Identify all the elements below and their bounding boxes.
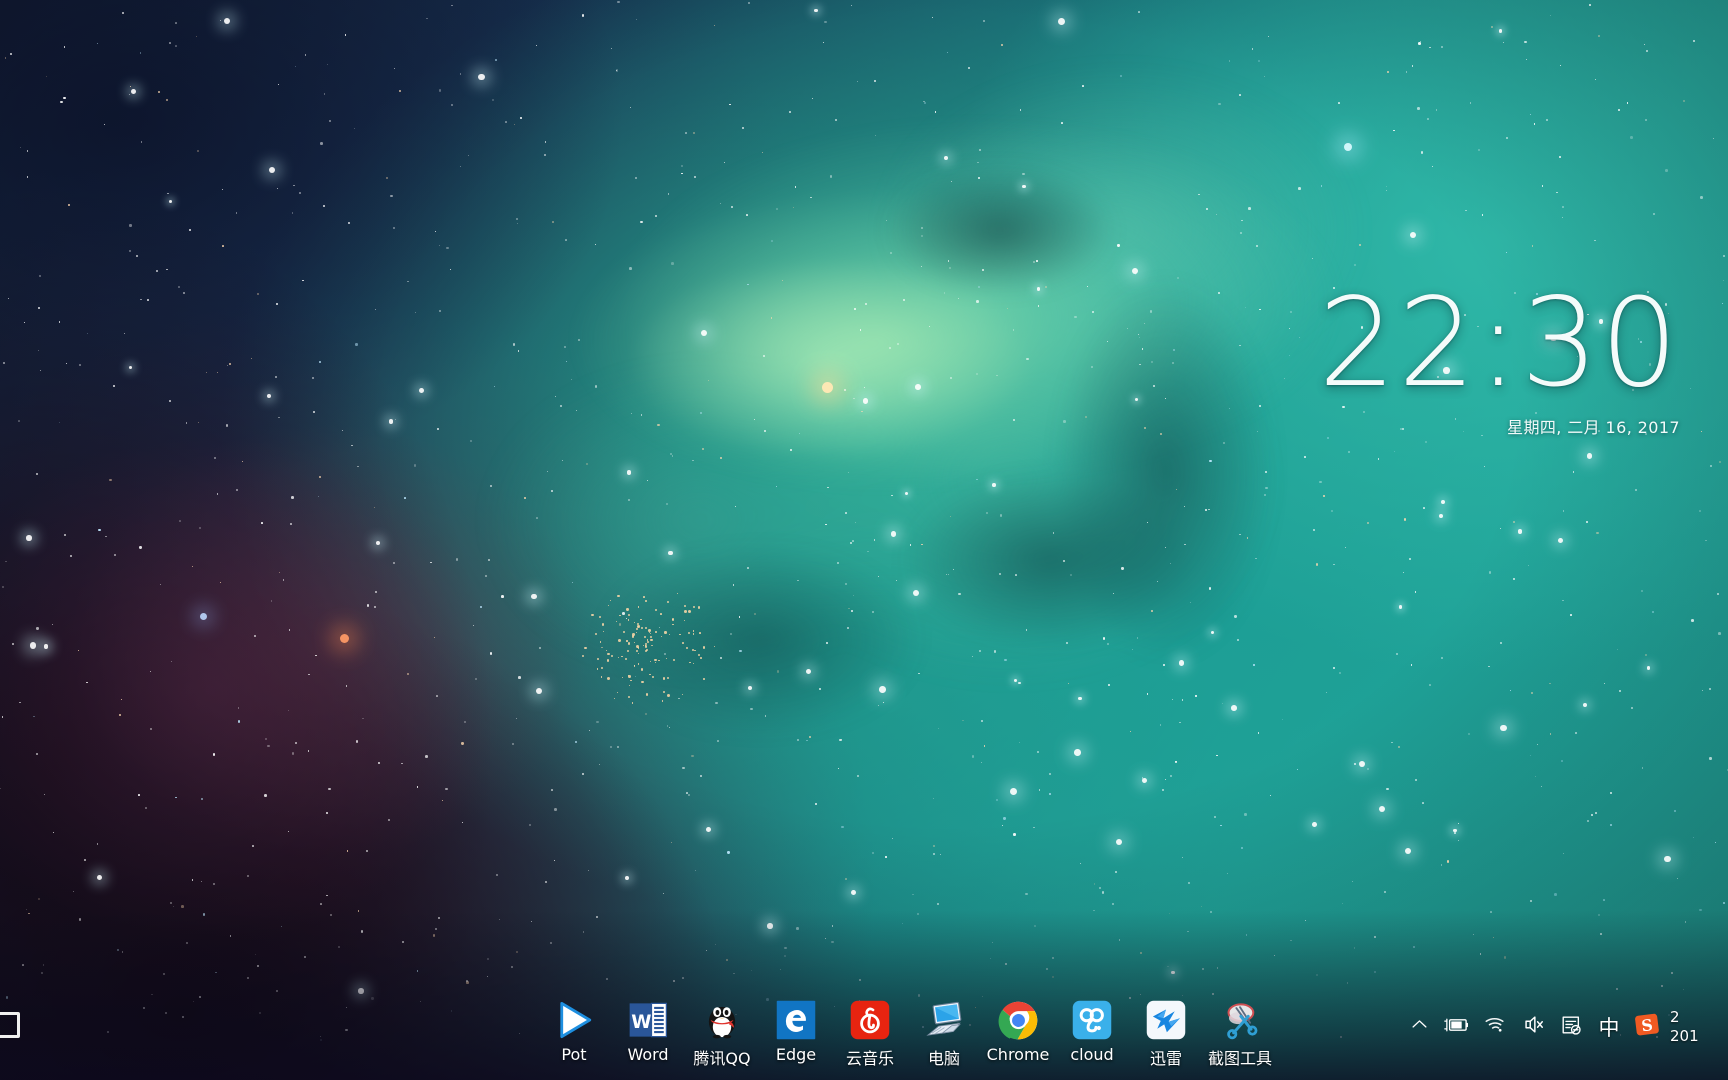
chrome-icon[interactable] <box>996 998 1040 1042</box>
speaker-muted-icon <box>1521 1015 1545 1039</box>
pot-player-icon[interactable] <box>552 998 596 1042</box>
taskbar-app-microsoft-word[interactable]: W Word <box>618 998 678 1064</box>
computer-icon[interactable] <box>922 998 966 1042</box>
taskbar-app-label: Word <box>627 1045 668 1064</box>
qq-penguin-icon[interactable] <box>700 998 744 1042</box>
system-tray: 中 S <box>1400 992 1666 1062</box>
taskbar-clock-time: 2 <box>1670 1008 1680 1027</box>
taskbar-app-label: 腾讯QQ <box>693 1045 750 1069</box>
tray-volume-muted[interactable] <box>1514 992 1552 1062</box>
taskbar-app-cloud-drive[interactable]: cloud <box>1062 998 1122 1064</box>
taskbar-left-area <box>0 992 24 1080</box>
edge-icon[interactable] <box>774 998 818 1042</box>
taskbar-app-microsoft-edge[interactable]: Edge <box>766 998 826 1064</box>
cloud-icon[interactable] <box>1070 998 1114 1042</box>
tray-input-method[interactable]: 中 <box>1590 992 1628 1062</box>
taskbar-app-label: Pot <box>561 1045 586 1064</box>
taskbar-app-netease-music[interactable]: 云音乐 <box>840 998 900 1069</box>
task-view-icon[interactable] <box>0 1012 20 1038</box>
tray-network-wifi[interactable] <box>1476 992 1514 1062</box>
taskbar-app-label: cloud <box>1070 1045 1113 1064</box>
wifi-icon <box>1484 1015 1506 1039</box>
taskbar-app-snipping-tool[interactable]: 截图工具 <box>1210 998 1270 1069</box>
tray-show-hidden-icons[interactable] <box>1400 992 1438 1062</box>
chevron-up-icon <box>1410 1015 1429 1039</box>
word-icon[interactable]: W <box>626 998 670 1042</box>
battery-charging-icon <box>1444 1015 1470 1040</box>
taskbar-app-google-chrome[interactable]: Chrome <box>988 998 1048 1064</box>
taskbar-app-label: 云音乐 <box>846 1045 894 1069</box>
taskbar: Pot W Word 腾讯QQ Edge 云音乐 <box>0 992 1728 1080</box>
taskbar-clock-date: 201 <box>1670 1027 1699 1046</box>
taskbar-app-xunlei[interactable]: 迅雷 <box>1136 998 1196 1069</box>
sogou-s-icon: S <box>1633 1011 1661 1044</box>
scissors-icon[interactable] <box>1218 998 1262 1042</box>
taskbar-app-label: 电脑 <box>928 1045 960 1069</box>
taskbar-app-this-pc[interactable]: 电脑 <box>914 998 974 1069</box>
svg-text:S: S <box>1640 1015 1654 1035</box>
svg-text:W: W <box>631 1012 651 1033</box>
tray-sogou-input[interactable]: S <box>1628 992 1666 1062</box>
taskbar-app-label: Edge <box>776 1045 816 1064</box>
taskbar-app-label: 迅雷 <box>1150 1045 1182 1069</box>
tray-battery-charging[interactable] <box>1438 992 1476 1062</box>
taskbar-app-tencent-qq[interactable]: 腾讯QQ <box>692 998 752 1069</box>
taskbar-app-pot-player[interactable]: Pot <box>544 998 604 1064</box>
xunlei-hummingbird-icon[interactable] <box>1144 998 1188 1042</box>
desktop: 22:30 星期四, 二月 16, 2017 Pot W Word 腾讯QQ <box>0 0 1728 1080</box>
ime-chinese-icon: 中 <box>1599 1012 1620 1042</box>
taskbar-clock[interactable]: 2 201 <box>1666 992 1728 1062</box>
netease-music-icon[interactable] <box>848 998 892 1042</box>
taskbar-app-label: 截图工具 <box>1208 1045 1272 1069</box>
taskbar-pinned-apps: Pot W Word 腾讯QQ Edge 云音乐 <box>414 992 1400 1069</box>
tray-action-center[interactable] <box>1552 992 1590 1062</box>
action-center-quiet-icon <box>1560 1014 1582 1041</box>
taskbar-app-label: Chrome <box>987 1045 1050 1064</box>
